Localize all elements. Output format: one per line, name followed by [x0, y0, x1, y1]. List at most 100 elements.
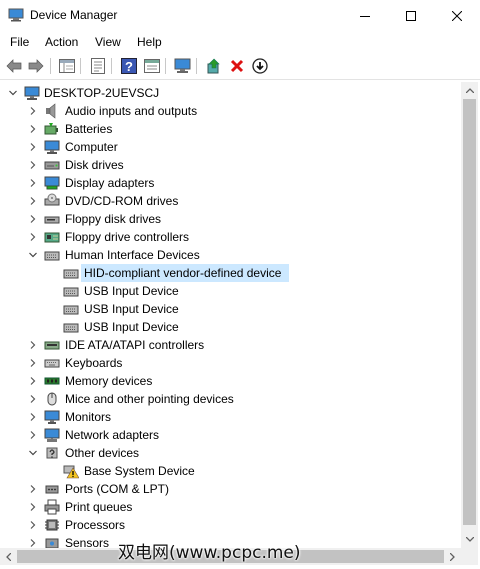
resources-button[interactable]	[142, 56, 162, 76]
tree-category[interactable]: Disk drives	[2, 156, 460, 174]
watermark: 双电网(www.pcpc.me)	[118, 543, 301, 563]
scrollbar-corner	[461, 548, 478, 565]
hid-device-icon	[63, 287, 79, 297]
expand-chevron-icon[interactable]	[29, 143, 37, 151]
svg-text:?: ?	[125, 59, 133, 74]
tree-root-label: DESKTOP-2UEVSCJ	[44, 86, 160, 100]
collapse-chevron-icon[interactable]	[29, 251, 37, 259]
ide-controller-icon	[44, 341, 60, 350]
display-adapter-icon	[44, 176, 60, 190]
tree-item-label: IDE ATA/ATAPI controllers	[65, 338, 205, 352]
scroll-right-button[interactable]	[444, 548, 461, 565]
computer-root-icon	[24, 86, 40, 100]
floppy-disk-icon	[44, 216, 60, 224]
tree-category[interactable]: Memory devices	[2, 372, 460, 390]
vertical-scrollbar[interactable]	[461, 82, 478, 548]
tree-category[interactable]: DVD/CD-ROM drives	[2, 192, 460, 210]
minimize-icon	[360, 15, 370, 17]
expand-chevron-icon[interactable]	[29, 197, 37, 205]
menu-file[interactable]: File	[10, 35, 29, 49]
tree-category[interactable]: Other devices	[2, 444, 460, 462]
vertical-scroll-thumb[interactable]	[463, 99, 476, 525]
help-icon: ?	[121, 58, 137, 74]
tree-item-label: Human Interface Devices	[65, 248, 200, 262]
monitor-icon	[44, 410, 60, 424]
tree-item-label: Mice and other pointing devices	[65, 392, 234, 406]
tree-category[interactable]: Mice and other pointing devices	[2, 390, 460, 408]
scroll-left-button[interactable]	[0, 548, 17, 565]
expand-chevron-icon[interactable]	[29, 359, 37, 367]
tree-category[interactable]: Display adapters	[2, 174, 460, 192]
device-tree[interactable]: DESKTOP-2UEVSCJ Audio inputs and outputs…	[2, 82, 460, 548]
scroll-up-button[interactable]	[461, 82, 478, 99]
tree-category[interactable]: Ports (COM & LPT)	[2, 480, 460, 498]
expand-chevron-icon[interactable]	[29, 341, 37, 349]
speaker-icon	[46, 103, 56, 119]
window-title: Device Manager	[30, 8, 118, 22]
expand-chevron-icon[interactable]	[29, 215, 37, 223]
expand-chevron-icon[interactable]	[29, 431, 37, 439]
scroll-left-arrow-icon	[6, 552, 11, 561]
expand-chevron-icon[interactable]	[29, 107, 37, 115]
toolbar: ?	[0, 53, 480, 80]
minimize-button[interactable]	[342, 0, 388, 31]
properties-button[interactable]	[88, 56, 108, 76]
tree-root[interactable]: DESKTOP-2UEVSCJ	[2, 84, 460, 102]
disable-device-button[interactable]	[250, 56, 270, 76]
expand-chevron-icon[interactable]	[29, 395, 37, 403]
tree-device[interactable]: USB Input Device	[2, 282, 460, 300]
toolbar-separator	[50, 58, 51, 74]
close-button[interactable]	[434, 0, 480, 31]
expand-chevron-icon[interactable]	[29, 521, 37, 529]
tree-item-label: Monitors	[65, 410, 112, 424]
help-button[interactable]: ?	[119, 56, 139, 76]
tree-category[interactable]: Floppy disk drives	[2, 210, 460, 228]
scroll-down-arrow-icon	[465, 537, 474, 542]
tree-category[interactable]: IDE ATA/ATAPI controllers	[2, 336, 460, 354]
tree-category[interactable]: Processors	[2, 516, 460, 534]
collapse-chevron-icon[interactable]	[9, 89, 17, 97]
menu-action[interactable]: Action	[45, 35, 78, 49]
tree-item-label: Audio inputs and outputs	[65, 104, 198, 118]
show-hide-tree-button[interactable]	[57, 56, 77, 76]
tree-category[interactable]: Network adapters	[2, 426, 460, 444]
menu-help[interactable]: Help	[137, 35, 162, 49]
tree-device[interactable]: HID-compliant vendor-defined device	[2, 264, 460, 282]
tree-item-label: Network adapters	[65, 428, 160, 442]
tree-category[interactable]: Human Interface Devices	[2, 246, 460, 264]
menu-view[interactable]: View	[95, 35, 121, 49]
forward-button[interactable]	[26, 56, 46, 76]
update-driver-button[interactable]	[204, 56, 224, 76]
tree-device[interactable]: USB Input Device	[2, 318, 460, 336]
expand-chevron-icon[interactable]	[29, 539, 37, 547]
printer-icon	[44, 499, 60, 515]
other-devices-icon	[46, 447, 58, 459]
tree-category[interactable]: Computer	[2, 138, 460, 156]
tree-device[interactable]: USB Input Device	[2, 300, 460, 318]
tree-category[interactable]: Floppy drive controllers	[2, 228, 460, 246]
tree-category[interactable]: Print queues	[2, 498, 460, 516]
tree-device[interactable]: Base System Device	[2, 462, 460, 480]
scroll-down-button[interactable]	[461, 531, 478, 548]
warning-device-icon	[63, 465, 79, 479]
tree-category[interactable]: Monitors	[2, 408, 460, 426]
expand-chevron-icon[interactable]	[29, 179, 37, 187]
tree-category[interactable]: Keyboards	[2, 354, 460, 372]
uninstall-button[interactable]	[227, 56, 247, 76]
scan-hardware-button[interactable]	[173, 56, 193, 76]
expand-chevron-icon[interactable]	[29, 485, 37, 493]
expand-chevron-icon[interactable]	[29, 503, 37, 511]
back-button[interactable]	[4, 56, 24, 76]
expand-chevron-icon[interactable]	[29, 161, 37, 169]
expand-chevron-icon[interactable]	[29, 125, 37, 133]
expand-chevron-icon[interactable]	[29, 413, 37, 421]
expand-chevron-icon[interactable]	[29, 233, 37, 241]
tree-item-label: Disk drives	[65, 158, 124, 172]
collapse-chevron-icon[interactable]	[29, 449, 37, 457]
tree-item-label: Ports (COM & LPT)	[65, 482, 170, 496]
maximize-button[interactable]	[388, 0, 434, 31]
tree-category[interactable]: Audio inputs and outputs	[2, 102, 460, 120]
tree-category[interactable]: Batteries	[2, 120, 460, 138]
expand-chevron-icon[interactable]	[29, 377, 37, 385]
title-bar: Device Manager	[0, 0, 480, 31]
